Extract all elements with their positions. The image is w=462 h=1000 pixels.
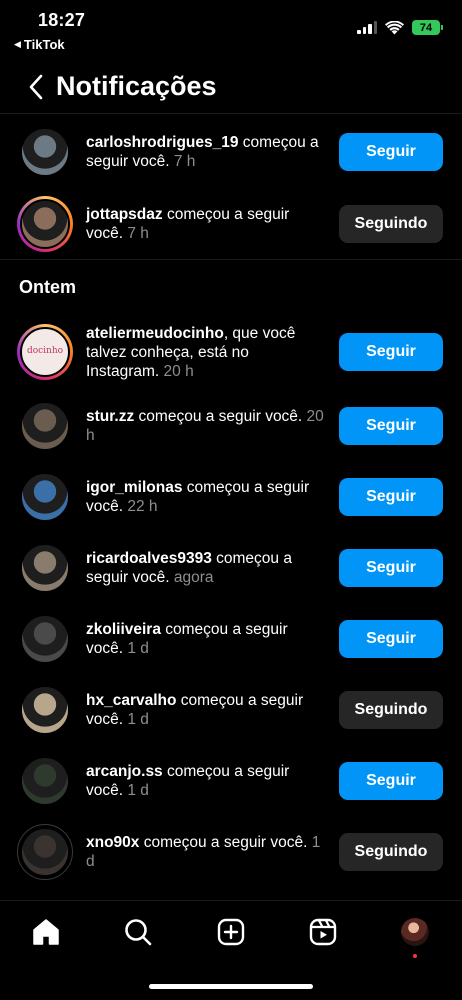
follow-button[interactable]: Seguir — [339, 549, 443, 587]
username[interactable]: ateliermeudocinho — [86, 325, 224, 342]
avatar-ring[interactable] — [17, 824, 73, 880]
avatar-ring[interactable] — [17, 611, 73, 667]
home-icon — [33, 919, 59, 945]
notification-message: começou a seguir você. — [139, 834, 308, 851]
nav-create[interactable] — [214, 915, 248, 949]
following-button[interactable]: Seguindo — [339, 205, 443, 243]
notification-row[interactable]: docinho ateliermeudocinho, que você talve… — [0, 316, 462, 388]
username[interactable]: stur.zz — [86, 408, 134, 425]
avatar — [20, 401, 70, 451]
home-indicator — [149, 984, 313, 989]
username[interactable]: arcanjo.ss — [86, 763, 163, 780]
follow-button[interactable]: Seguir — [339, 133, 443, 171]
notification-time: 1 d — [123, 711, 149, 728]
notification-time: 1 d — [123, 640, 149, 657]
follow-button[interactable]: Seguir — [339, 762, 443, 800]
nav-reels[interactable] — [306, 915, 340, 949]
wifi-icon — [385, 20, 404, 34]
avatar-ring[interactable] — [17, 124, 73, 180]
avatar-ring[interactable] — [17, 753, 73, 809]
search-icon — [125, 919, 152, 946]
avatar — [20, 199, 70, 249]
notification-text: hx_carvalho começou a seguir você. 1 d — [86, 691, 326, 729]
notification-dot — [413, 954, 417, 958]
username[interactable]: carloshrodrigues_19 — [86, 134, 238, 151]
section-title-yesterday: Ontem — [19, 277, 77, 297]
status-bar: 18:27 ◀ TikTok 74 — [0, 0, 462, 58]
notification-time: 20 h — [159, 362, 194, 380]
avatar-ring[interactable]: docinho — [17, 324, 73, 380]
back-to-app-link[interactable]: ◀ TikTok — [14, 37, 65, 52]
back-app-label: TikTok — [23, 37, 65, 52]
username[interactable]: igor_milonas — [86, 479, 182, 496]
notification-text: ricardoalves9393 começou a seguir você. … — [86, 549, 326, 587]
notification-text: carloshrodrigues_19 começou a seguir voc… — [86, 133, 326, 171]
avatar — [20, 614, 70, 664]
notification-row[interactable]: hx_carvalho começou a seguir você. 1 d Se… — [0, 674, 462, 746]
avatar — [20, 756, 70, 806]
back-button[interactable] — [14, 65, 58, 109]
notification-text: xno90x começou a seguir você. 1 d — [86, 833, 326, 871]
notification-text: zkoliiveira começou a seguir você. 1 d — [86, 620, 326, 658]
notification-time: 7 h — [123, 225, 149, 242]
avatar-logo-text: docinho — [26, 346, 64, 356]
avatar — [20, 543, 70, 593]
notification-row[interactable]: ricardoalves9393 começou a seguir você. … — [0, 532, 462, 604]
back-triangle-icon: ◀ — [14, 39, 21, 49]
following-button[interactable]: Seguindo — [339, 833, 443, 871]
avatar-ring[interactable] — [17, 540, 73, 596]
battery-icon: 74 — [412, 20, 443, 35]
notification-time: 22 h — [123, 498, 158, 515]
follow-button[interactable]: Seguir — [339, 478, 443, 516]
notification-row[interactable]: jottapsdaz começou a seguir você. 7 h Seg… — [0, 188, 462, 260]
nav-profile[interactable] — [398, 915, 432, 958]
avatar-ring[interactable] — [17, 398, 73, 454]
avatar — [20, 127, 70, 177]
notification-row[interactable]: carloshrodrigues_19 começou a seguir voc… — [0, 116, 462, 188]
reels-icon — [309, 918, 337, 946]
section-divider — [0, 259, 462, 260]
notification-text: ateliermeudocinho, que você talvez conhe… — [86, 324, 326, 381]
username[interactable]: ricardoalves9393 — [86, 550, 212, 567]
following-button[interactable]: Seguindo — [339, 691, 443, 729]
username[interactable]: jottapsdaz — [86, 206, 163, 223]
nav-search[interactable] — [121, 915, 155, 949]
page-title: Notificações — [56, 71, 217, 101]
notification-time: 1 d — [123, 782, 149, 799]
notification-time: 7 h — [169, 153, 196, 170]
plus-square-icon — [217, 918, 245, 946]
avatar — [20, 472, 70, 522]
username[interactable]: zkoliiveira — [86, 621, 161, 638]
notification-text: stur.zz começou a seguir você. 20 h — [86, 407, 326, 445]
status-icons: 74 — [357, 20, 443, 35]
notification-message: começou a seguir você. — [134, 408, 303, 425]
avatar: docinho — [20, 327, 70, 377]
notification-text: igor_milonas começou a seguir você. 22 h — [86, 478, 326, 516]
notification-text: jottapsdaz começou a seguir você. 7 h — [86, 205, 326, 243]
username[interactable]: hx_carvalho — [86, 692, 176, 709]
notification-row[interactable]: stur.zz começou a seguir você. 20 h Segui… — [0, 390, 462, 462]
avatar — [20, 827, 70, 877]
page-header: Notificações — [0, 60, 462, 114]
avatar — [20, 685, 70, 735]
notification-row[interactable]: xno90x começou a seguir você. 1 d Seguind… — [0, 816, 462, 888]
notification-time: agora — [169, 569, 214, 586]
avatar-ring[interactable] — [17, 682, 73, 738]
cellular-signal-icon — [357, 21, 377, 34]
follow-button[interactable]: Seguir — [339, 407, 443, 445]
notification-row[interactable]: zkoliiveira começou a seguir você. 1 d Se… — [0, 603, 462, 675]
notification-row[interactable]: arcanjo.ss começou a seguir você. 1 d Seg… — [0, 745, 462, 817]
avatar-ring[interactable] — [17, 196, 73, 252]
follow-button[interactable]: Seguir — [339, 333, 443, 371]
avatar-ring[interactable] — [17, 469, 73, 525]
notification-row[interactable]: igor_milonas começou a seguir você. 22 h… — [0, 461, 462, 533]
profile-avatar — [401, 918, 429, 946]
username[interactable]: xno90x — [86, 834, 139, 851]
chevron-left-icon — [29, 74, 43, 99]
battery-level: 74 — [419, 21, 433, 34]
notification-text: arcanjo.ss começou a seguir você. 1 d — [86, 762, 326, 800]
nav-home[interactable] — [29, 915, 63, 949]
follow-button[interactable]: Seguir — [339, 620, 443, 658]
status-time: 18:27 — [38, 10, 86, 30]
